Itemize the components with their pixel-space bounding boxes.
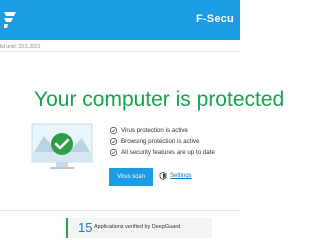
footer-divider — [0, 210, 240, 211]
check-circle-icon — [110, 127, 117, 134]
verified-app-count: 15 — [78, 220, 93, 235]
feature-label: Virus protection is active — [121, 127, 188, 134]
feature-up-to-date: All security features are up to date — [110, 148, 215, 158]
app-header: F-Secu — [0, 0, 240, 40]
subscription-validity: lid until: 23.5.2021 — [0, 44, 41, 50]
settings-shield-icon — [159, 172, 167, 180]
settings-link[interactable]: Settings — [159, 172, 192, 180]
header-divider — [0, 51, 240, 52]
virus-scan-button[interactable]: Virus scan — [109, 168, 153, 186]
protection-status-headline: Your computer is protected — [34, 88, 285, 111]
settings-link-label[interactable]: Settings — [170, 173, 192, 179]
feature-label: Browsing protection is active — [121, 138, 200, 145]
check-circle-icon — [110, 149, 117, 156]
deepguard-stat-card[interactable]: 15 Applications verified by DeepGuard — [66, 218, 212, 238]
protection-features-list: Virus protection is active Browsing prot… — [110, 126, 215, 159]
feature-label: All security features are up to date — [121, 149, 215, 156]
feature-virus-protection: Virus protection is active — [110, 126, 215, 136]
f-secure-logo-icon — [4, 12, 16, 28]
protected-computer-icon — [31, 123, 93, 169]
verified-app-label: Applications verified by DeepGuard — [94, 224, 181, 230]
brand-name: F-Secu — [196, 13, 234, 25]
feature-browsing-protection: Browsing protection is active — [110, 137, 215, 147]
check-circle-icon — [110, 138, 117, 145]
